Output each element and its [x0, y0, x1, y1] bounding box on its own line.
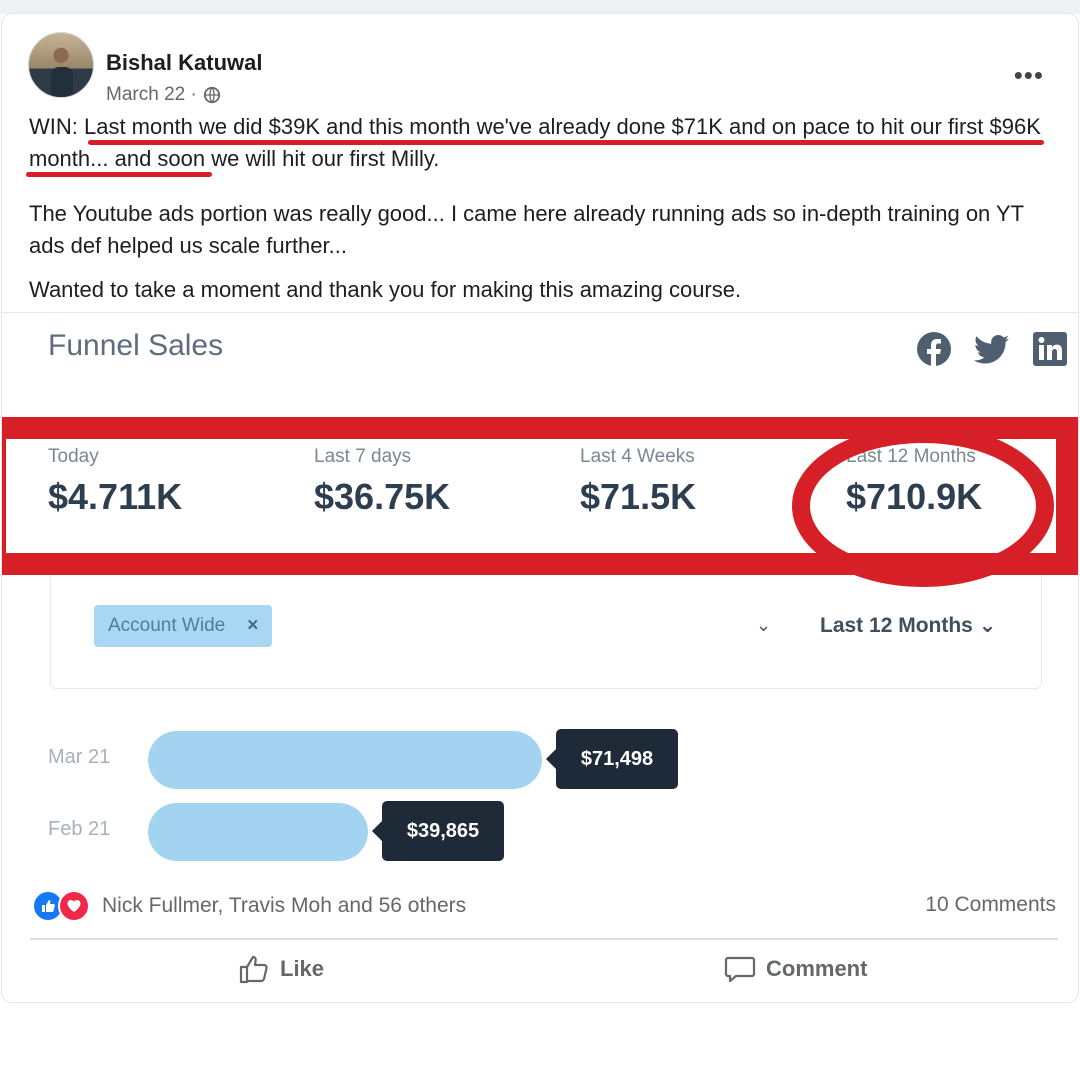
bar-category-label: Mar 21 [48, 746, 111, 768]
comment-button[interactable]: Comment [724, 954, 867, 984]
comments-count[interactable]: 10 Comments [925, 893, 1056, 917]
bar-value-tooltip: $71,498 [546, 729, 678, 789]
post-text-youtube: The Youtube ads portion was really good.… [29, 201, 1024, 258]
stat-today: Today $4.711K [48, 446, 182, 518]
stat-value: $4.711K [48, 476, 183, 517]
like-label: Like [280, 956, 325, 981]
stat-value: $36.75K [314, 476, 451, 517]
reactions-text: Nick Fullmer, Travis Moh and 56 others [102, 894, 467, 917]
stat-last-7-days: Last 7 days $36.75K [314, 446, 450, 518]
stat-label: Last 4 Weeks [580, 446, 695, 467]
filter-chip-label: Account Wide [108, 615, 226, 636]
comment-label: Comment [766, 956, 868, 981]
footer-divider [30, 938, 1058, 940]
chevron-down-icon[interactable]: ⌄ [756, 615, 771, 636]
post-card: Bishal Katuwal March 22 · ••• WIN: Last … [2, 14, 1078, 1002]
linkedin-icon[interactable] [1032, 331, 1068, 367]
more-icon[interactable]: ••• [1014, 60, 1044, 91]
top-strip [0, 0, 1080, 14]
remove-filter-icon[interactable]: × [247, 615, 258, 637]
twitter-icon[interactable] [974, 331, 1010, 367]
highlight-underline [26, 172, 212, 177]
period-select[interactable]: Last 12 Months ⌄ [820, 613, 996, 638]
stat-label: Today [48, 446, 99, 467]
stat-last-4-weeks: Last 4 Weeks $71.5K [580, 446, 696, 518]
sales-bar[interactable] [148, 803, 368, 861]
highlight-underline [88, 140, 1044, 145]
facebook-icon[interactable] [916, 331, 952, 367]
highlight-circle [792, 425, 1054, 587]
bar-value-tooltip: $39,865 [372, 801, 504, 861]
post-date[interactable]: March 22 · [106, 84, 197, 106]
author-avatar[interactable] [28, 32, 94, 98]
globe-icon [203, 86, 220, 104]
dashboard-title: Funnel Sales [48, 329, 224, 362]
comment-bubble-icon [724, 956, 756, 983]
love-reaction-icon [58, 890, 90, 922]
funnel-sales-screenshot: Funnel Sales Today $4.711K Last 7 days $… [2, 312, 1078, 872]
account-wide-filter-chip[interactable]: Account Wide × [94, 605, 273, 647]
sales-bar[interactable] [148, 731, 542, 789]
reactions-summary[interactable]: Nick Fullmer, Travis Moh and 56 others [32, 890, 466, 922]
thumb-up-icon [239, 955, 268, 984]
like-button[interactable]: Like [238, 954, 324, 984]
stat-label: Last 7 days [314, 446, 412, 467]
stat-value: $71.5K [580, 476, 697, 517]
bar-category-label: Feb 21 [48, 818, 111, 840]
post-text-thanks: Wanted to take a moment and thank you fo… [29, 277, 742, 302]
post-meta: March 22 · [106, 84, 221, 106]
author-name[interactable]: Bishal Katuwal [106, 50, 262, 76]
